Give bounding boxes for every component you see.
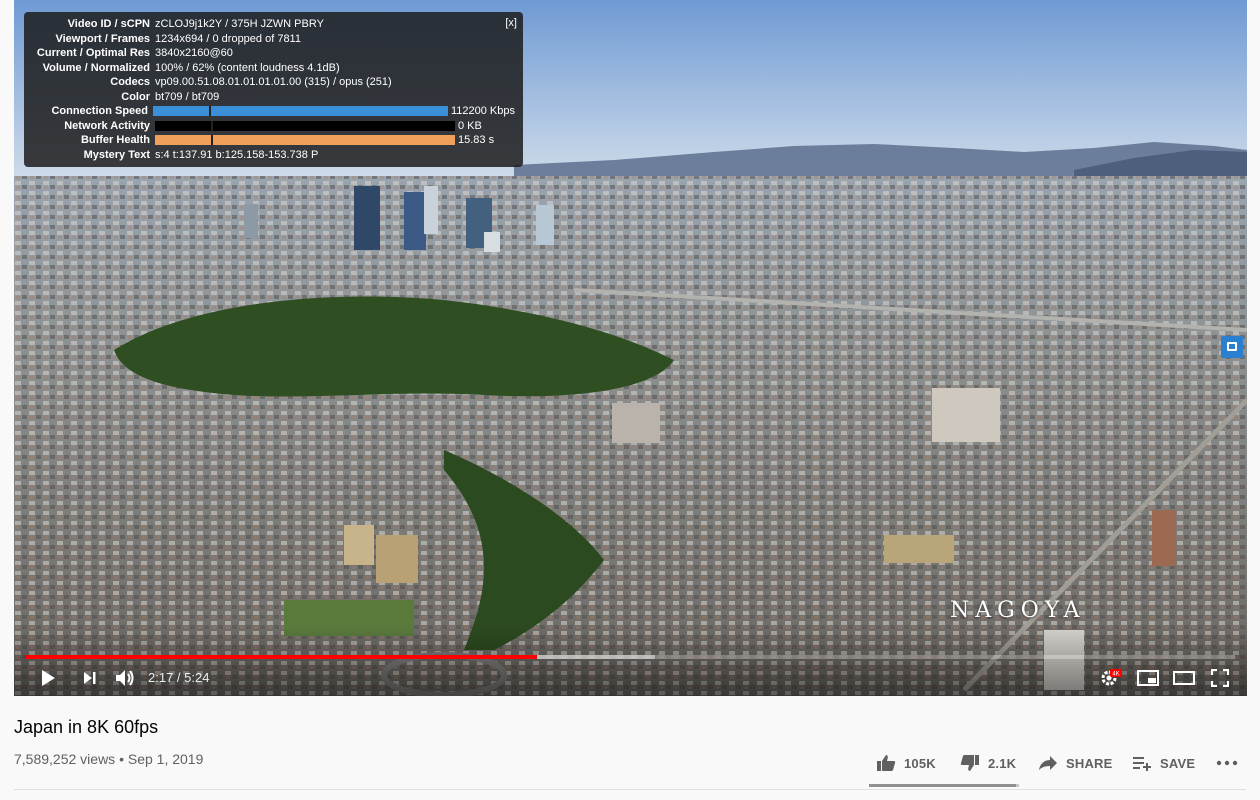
progress-played	[26, 655, 538, 659]
stats-value: 3840x2160@60	[155, 47, 233, 59]
fullscreen-button[interactable]	[1206, 664, 1234, 692]
stats-close-button[interactable]: [x]	[505, 16, 517, 31]
video-player[interactable]: NAGOYA [x] Video ID / sCPN zCLOJ9j1k2Y / …	[14, 0, 1247, 696]
next-icon	[84, 672, 96, 684]
stats-row: Current / Optimal Res 3840x2160@60	[32, 46, 515, 61]
playlist-add-icon	[1133, 757, 1151, 771]
stats-row: Color bt709 / bt709	[32, 90, 515, 105]
stats-key: Color	[121, 90, 150, 103]
bar-fill	[155, 135, 455, 146]
stats-key: Volume / Normalized	[42, 61, 150, 74]
volume-button[interactable]	[112, 664, 138, 692]
save-button[interactable]: SAVE	[1132, 748, 1195, 778]
gear-icon: 4K	[1101, 669, 1122, 686]
play-button[interactable]	[34, 664, 62, 692]
video-meta: 7,589,252 views • Sep 1, 2019	[14, 751, 204, 767]
stats-value: 112200 Kbps	[450, 105, 515, 117]
volume-icon	[116, 670, 134, 686]
settings-button[interactable]: 4K	[1098, 664, 1124, 692]
video-title: Japan in 8K 60fps	[14, 717, 159, 737]
stats-value: zCLOJ9j1k2Y / 375H JZWN PBRY	[155, 18, 324, 30]
stats-row: Codecs vp09.00.51.08.01.01.01.01.00 (315)…	[32, 75, 515, 90]
miniplayer-badge-icon[interactable]	[1221, 336, 1243, 358]
stats-row: Volume / Normalized 100% / 62% (content l…	[32, 61, 515, 76]
like-ratio-fill	[869, 784, 1017, 787]
player-controls: 2:17 / 5:24 4K	[14, 664, 1247, 692]
stats-bar-row: Network Activity 0 KB	[32, 119, 515, 134]
stats-bar-row: Connection Speed 112200 Kbps	[32, 104, 515, 119]
stats-for-nerds-panel: [x] Video ID / sCPN zCLOJ9j1k2Y / 375H JZ…	[24, 12, 523, 167]
share-label: SHARE	[1066, 755, 1113, 771]
divider	[14, 789, 1246, 790]
more-horiz-icon	[1216, 760, 1238, 766]
share-icon	[1039, 756, 1057, 770]
stats-key: Codecs	[110, 76, 150, 88]
stats-value: vp09.00.51.08.01.01.01.01.00 (315) / opu…	[155, 76, 392, 88]
page: NAGOYA [x] Video ID / sCPN zCLOJ9j1k2Y / …	[0, 0, 1260, 800]
connection-speed-bar	[153, 106, 448, 117]
miniplayer-icon	[1137, 670, 1159, 686]
stats-key: Viewport / Frames	[55, 32, 150, 45]
network-activity-bar	[155, 120, 455, 131]
like-button[interactable]: 105K	[876, 748, 936, 778]
bar-marker	[211, 135, 213, 146]
play-icon	[42, 670, 55, 686]
stats-key: Current / Optimal Res	[36, 47, 150, 59]
dislike-button[interactable]: 2.1K	[960, 748, 1016, 778]
stats-key: Buffer Health	[80, 134, 150, 146]
like-count: 105K	[904, 755, 936, 771]
stats-key: Mystery Text	[83, 148, 150, 161]
more-actions-button[interactable]	[1216, 748, 1238, 778]
stats-key: Video ID / sCPN	[67, 18, 150, 30]
stats-value: bt709 / bt709	[155, 90, 220, 103]
stats-key: Connection Speed	[51, 105, 149, 117]
progress-bar[interactable]	[26, 655, 1235, 659]
thumbs-up-icon	[877, 755, 896, 771]
theater-mode-button[interactable]	[1170, 664, 1198, 692]
dislike-count: 2.1K	[988, 755, 1017, 771]
buffer-health-bar	[155, 135, 455, 146]
like-ratio-bar	[869, 784, 1019, 787]
bar-marker	[211, 120, 213, 131]
stats-value: 15.83 s	[458, 134, 495, 146]
share-button[interactable]: SHARE	[1038, 748, 1113, 778]
video-overlay-text: NAGOYA	[950, 598, 1086, 623]
bar-marker	[209, 106, 212, 117]
fullscreen-icon	[1211, 669, 1229, 687]
stats-value: s:4 t:137.91 b:125.158-153.738 P	[155, 148, 319, 161]
theater-icon	[1173, 671, 1195, 685]
stats-value: 100% / 62% (content loudness 4.1dB)	[155, 61, 340, 74]
save-label: SAVE	[1160, 755, 1196, 771]
miniplayer-button[interactable]	[1134, 664, 1162, 692]
stats-value: 1234x694 / 0 dropped of 7811	[155, 32, 301, 45]
quality-badge: 4K	[1112, 672, 1119, 678]
bar-fill	[153, 106, 448, 117]
stats-key: Network Activity	[64, 119, 150, 132]
thumbs-down-icon	[960, 755, 979, 771]
stats-row: Viewport / Frames 1234x694 / 0 dropped of…	[32, 32, 515, 47]
stats-bar-row: Buffer Health 15.83 s	[32, 133, 515, 148]
stats-value: 0 KB	[458, 119, 482, 132]
time-display: 2:17 / 5:24	[148, 670, 210, 685]
stats-row: Video ID / sCPN zCLOJ9j1k2Y / 375H JZWN P…	[32, 17, 515, 32]
next-button[interactable]	[78, 664, 102, 692]
stats-row: Mystery Text s:4 t:137.91 b:125.158-153.7…	[32, 148, 515, 163]
